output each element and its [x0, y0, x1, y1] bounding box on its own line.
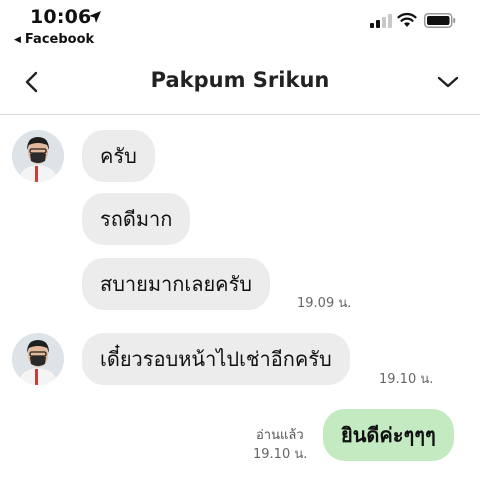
message-timestamp: 19.10 น. [253, 447, 308, 462]
message-text: ครับ [100, 144, 137, 168]
message-text: ยินดีค่ะๆๆๆ [341, 423, 436, 447]
location-arrow-icon [89, 11, 101, 23]
avatar[interactable] [12, 333, 64, 385]
contact-photo [12, 333, 64, 385]
message-text: สบายมากเลยครับ [100, 272, 253, 296]
more-options-button[interactable] [434, 70, 462, 94]
avatar[interactable] [12, 130, 64, 182]
message-bubble[interactable]: เดี๋ยวรอบหน้าไปเช่าอีกครับ [82, 333, 350, 385]
message-text: รถดีมาก [100, 207, 173, 231]
message-text: เดี๋ยวรอบหน้าไปเช่าอีกครับ [100, 347, 332, 371]
read-receipt: อ่านแล้ว [256, 428, 304, 443]
status-time: 10:06 [30, 6, 92, 28]
status-bar: 10:06 ◀ Facebook [0, 0, 480, 50]
chat-contact-name[interactable]: Pakpum Srikun [0, 68, 480, 92]
message-bubble[interactable]: รถดีมาก [82, 193, 191, 245]
wifi-icon [397, 12, 417, 27]
message-timestamp: 19.10 น. [379, 372, 434, 387]
cellular-signal-icon [370, 14, 392, 28]
message-bubble-outgoing[interactable]: ยินดีค่ะๆๆๆ [323, 409, 454, 461]
message-timestamp: 19.09 น. [297, 296, 352, 311]
contact-photo [12, 130, 64, 182]
back-triangle-icon: ◀ [14, 34, 21, 45]
chevron-down-icon [437, 76, 459, 88]
battery-icon [424, 13, 456, 28]
chat-header: Pakpum Srikun [0, 50, 480, 115]
back-to-app-link[interactable]: ◀ Facebook [14, 32, 94, 47]
back-app-label: Facebook [24, 32, 95, 47]
message-bubble[interactable]: สบายมากเลยครับ [82, 258, 271, 310]
message-bubble[interactable]: ครับ [82, 130, 155, 182]
